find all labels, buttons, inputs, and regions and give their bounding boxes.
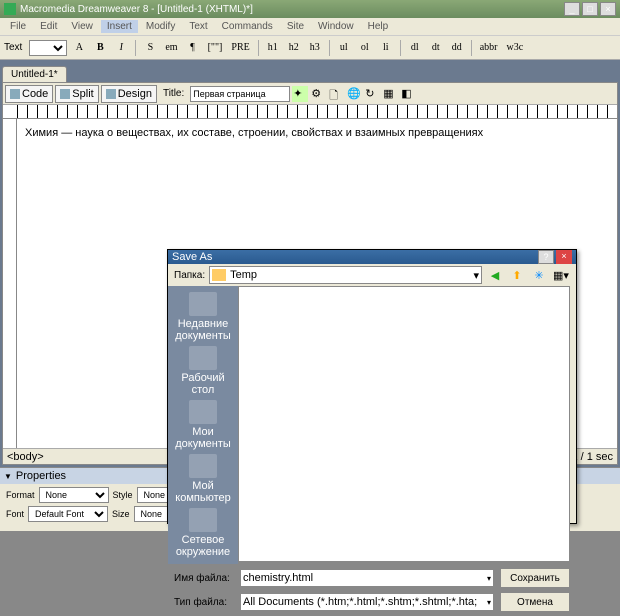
- pre-button[interactable]: PRE: [228, 39, 252, 57]
- menu-file[interactable]: File: [4, 20, 32, 33]
- place-mycomputer[interactable]: Мой компьютер: [168, 452, 238, 506]
- menu-help[interactable]: Help: [362, 20, 395, 33]
- h2-button[interactable]: h2: [285, 39, 303, 57]
- menu-site[interactable]: Site: [281, 20, 310, 33]
- app-icon: [4, 3, 16, 15]
- p-button[interactable]: ¶: [184, 39, 202, 57]
- menu-window[interactable]: Window: [312, 20, 360, 33]
- app-title: Macromedia Dreamweaver 8 - [Untitled-1 (…: [20, 4, 564, 15]
- tab-bar: Untitled-1*: [2, 62, 618, 82]
- save-as-dialog: Save As ? × Папка: Temp ▾ ◀: [167, 249, 577, 524]
- menu-text[interactable]: Text: [183, 20, 213, 33]
- mydocs-icon: [189, 400, 217, 424]
- collapse-icon: ▼: [4, 472, 12, 481]
- validate-icon[interactable]: ✦: [292, 86, 308, 102]
- ruler-vertical: [3, 119, 17, 448]
- dialog-titlebar: Save As ? ×: [168, 250, 576, 264]
- new-folder-icon[interactable]: ✳: [530, 266, 548, 284]
- preview-icon[interactable]: 🌐: [346, 86, 362, 102]
- filename-label: Имя файла:: [174, 573, 234, 584]
- folder-icon: [212, 269, 226, 281]
- code-view-button[interactable]: Code: [5, 85, 53, 103]
- style-label: Style: [113, 490, 133, 500]
- menu-modify[interactable]: Modify: [140, 20, 181, 33]
- toolbar-select[interactable]: [29, 40, 67, 56]
- close-button[interactable]: ×: [600, 2, 616, 16]
- text-toolbar: Text A B I S em ¶ [""] PRE h1 h2 h3 ul o…: [0, 36, 620, 60]
- save-button[interactable]: Сохранить: [500, 568, 570, 588]
- place-mydocs[interactable]: Мои документы: [168, 398, 238, 452]
- menu-commands[interactable]: Commands: [216, 20, 279, 33]
- menu-view[interactable]: View: [65, 20, 99, 33]
- font-select[interactable]: Default Font: [28, 506, 108, 522]
- font-label: Font: [6, 509, 24, 519]
- dialog-help-button[interactable]: ?: [538, 250, 554, 264]
- menu-edit[interactable]: Edit: [34, 20, 63, 33]
- file-list[interactable]: [238, 286, 570, 562]
- h3-button[interactable]: h3: [306, 39, 324, 57]
- doc-tab[interactable]: Untitled-1*: [2, 66, 67, 82]
- ul-button[interactable]: ul: [335, 39, 353, 57]
- refresh-icon[interactable]: ↻: [364, 86, 380, 102]
- bold-button[interactable]: B: [91, 39, 109, 57]
- view-options-icon[interactable]: ▦: [382, 86, 398, 102]
- computer-icon: [189, 454, 217, 478]
- filetype-label: Тип файла:: [174, 597, 234, 608]
- up-icon[interactable]: ⬆: [508, 266, 526, 284]
- views-icon[interactable]: ▦▾: [552, 266, 570, 284]
- menu-insert[interactable]: Insert: [101, 20, 138, 33]
- format-select[interactable]: None: [39, 487, 109, 503]
- size-label: Size: [112, 509, 130, 519]
- filename-input[interactable]: chemistry.html: [240, 569, 494, 587]
- dl-button[interactable]: dl: [406, 39, 424, 57]
- abbr-button[interactable]: abbr: [477, 39, 501, 57]
- dialog-close-button[interactable]: ×: [556, 250, 572, 264]
- strong-button[interactable]: S: [141, 39, 159, 57]
- back-icon[interactable]: ◀: [486, 266, 504, 284]
- place-desktop[interactable]: Рабочий стол: [168, 344, 238, 398]
- visual-aids-icon[interactable]: ◧: [400, 86, 416, 102]
- place-recent[interactable]: Недавние документы: [168, 290, 238, 344]
- place-network[interactable]: Сетевое окружение: [168, 506, 238, 560]
- desktop-icon: [189, 346, 217, 370]
- title-input[interactable]: [190, 86, 290, 102]
- places-bar: Недавние документы Рабочий стол Мои доку…: [168, 286, 238, 564]
- dt-button[interactable]: dt: [427, 39, 445, 57]
- minimize-button[interactable]: _: [564, 2, 580, 16]
- network-icon: [189, 508, 217, 532]
- titlebar: Macromedia Dreamweaver 8 - [Untitled-1 (…: [0, 0, 620, 18]
- folder-combo[interactable]: Temp ▾: [209, 266, 482, 284]
- li-button[interactable]: li: [377, 39, 395, 57]
- italic-button[interactable]: I: [112, 39, 130, 57]
- browser-check-icon[interactable]: ⚙: [310, 86, 326, 102]
- document-area: Untitled-1* Code Split Design Title: ✦ ⚙…: [0, 60, 620, 467]
- ol-button[interactable]: ol: [356, 39, 374, 57]
- em-button[interactable]: em: [162, 39, 180, 57]
- dialog-title: Save As: [172, 251, 538, 263]
- app-window: Macromedia Dreamweaver 8 - [Untitled-1 (…: [0, 0, 620, 531]
- toolbar-label: Text: [4, 42, 22, 53]
- menubar: File Edit View Insert Modify Text Comman…: [0, 18, 620, 36]
- title-label: Title:: [163, 88, 184, 99]
- design-view-button[interactable]: Design: [101, 85, 157, 103]
- file-mgmt-icon[interactable]: 🗋: [328, 86, 344, 102]
- dd-button[interactable]: dd: [448, 39, 466, 57]
- blockquote-button[interactable]: [""]: [205, 39, 226, 57]
- filetype-combo[interactable]: All Documents (*.htm;*.html;*.shtm;*.sht…: [240, 593, 494, 611]
- split-view-button[interactable]: Split: [55, 85, 98, 103]
- maximize-button[interactable]: □: [582, 2, 598, 16]
- font-color-icon[interactable]: A: [70, 39, 88, 57]
- w3c-button[interactable]: w3c: [504, 39, 527, 57]
- format-label: Format: [6, 490, 35, 500]
- folder-label: Папка:: [174, 270, 205, 281]
- content-text: Химия — наука о веществах, их составе, с…: [25, 127, 609, 139]
- recent-icon: [189, 292, 217, 316]
- doc-toolbar: Code Split Design Title: ✦ ⚙ 🗋 🌐 ↻ ▦ ◧: [3, 83, 617, 105]
- design-canvas[interactable]: Химия — наука о веществах, их составе, с…: [17, 119, 617, 448]
- cancel-button[interactable]: Отмена: [500, 592, 570, 612]
- ruler-horizontal: [3, 105, 617, 119]
- h1-button[interactable]: h1: [264, 39, 282, 57]
- doc-panel: Code Split Design Title: ✦ ⚙ 🗋 🌐 ↻ ▦ ◧ Х…: [2, 82, 618, 465]
